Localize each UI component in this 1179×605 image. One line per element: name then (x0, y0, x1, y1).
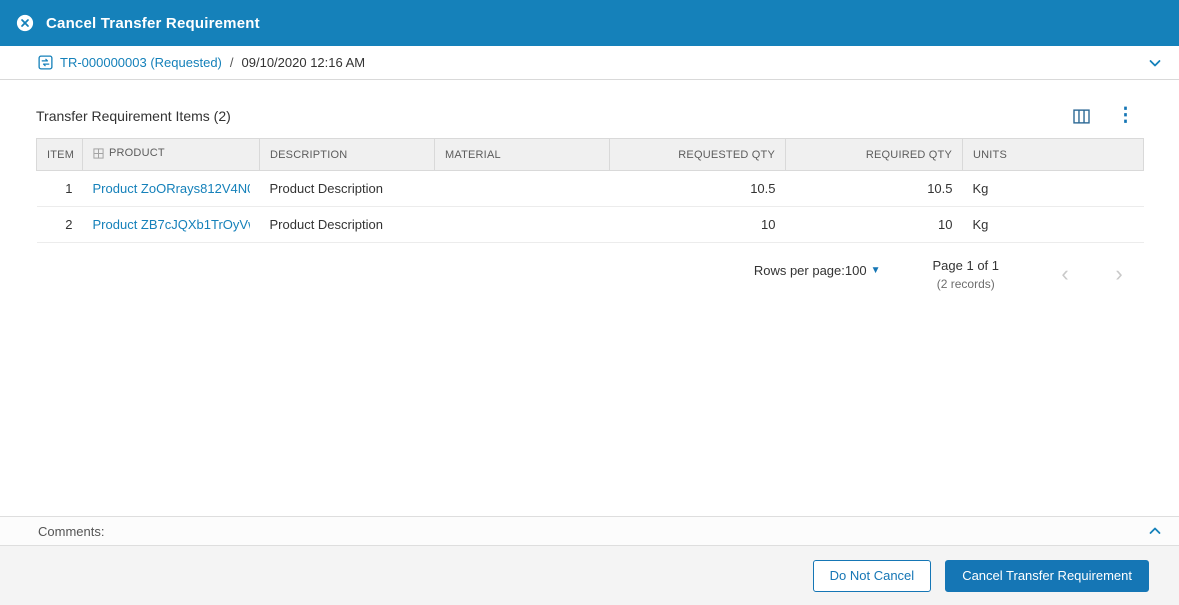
table-row: 2 Product ZB7cJQXb1TrOyVw2 Product Descrip… (36, 206, 1144, 243)
title-bar: Cancel Transfer Requirement (0, 0, 1179, 46)
drag-grid-icon (93, 148, 104, 159)
column-header-required-qty[interactable]: REQUIRED QTY (785, 138, 963, 171)
required-qty-cell: 10 (785, 206, 963, 243)
cancel-transfer-requirement-dialog: Cancel Transfer Requirement TR-000000003… (0, 0, 1179, 605)
column-header-product[interactable]: PRODUCT (82, 138, 260, 171)
requested-qty-cell: 10.5 (609, 170, 786, 207)
column-chooser-icon[interactable] (1073, 108, 1090, 124)
items-table: ITEM PRODUCT DESCRIPTION MATERIAL REQUES… (36, 138, 1144, 243)
main-content: Transfer Requirement Items (2) ⋮ ITEM PR… (0, 80, 1179, 516)
units-cell: Kg (962, 170, 1144, 207)
previous-page-button[interactable]: ‹ (1047, 261, 1083, 287)
description-cell: Product Description (259, 170, 435, 207)
record-timestamp: 09/10/2020 12:16 AM (241, 55, 366, 70)
kebab-menu-icon[interactable]: ⋮ (1116, 106, 1135, 125)
product-cell: Product ZB7cJQXb1TrOyVw2 (82, 206, 260, 243)
pagination-bar: Rows per page: 100 ▼ Page 1 of 1 (2 recor… (36, 257, 1143, 293)
column-header-item[interactable]: ITEM (36, 138, 83, 171)
column-header-units[interactable]: UNITS (962, 138, 1144, 171)
rows-per-page-value: 100 (844, 263, 867, 278)
product-link[interactable]: Product ZoORrays812V4N0E (93, 181, 250, 196)
do-not-cancel-button[interactable]: Do Not Cancel (812, 559, 932, 592)
items-table-body: 1 Product ZoORrays812V4N0E Product Descrip… (36, 170, 1144, 243)
item-cell: 1 (36, 170, 83, 207)
column-header-requested-qty[interactable]: REQUESTED QTY (609, 138, 786, 171)
material-cell (434, 170, 610, 207)
table-row: 1 Product ZoORrays812V4N0E Product Descrip… (36, 170, 1144, 207)
product-link[interactable]: Product ZB7cJQXb1TrOyVw2 (93, 217, 250, 232)
close-icon[interactable] (16, 14, 34, 32)
cancel-transfer-requirement-button[interactable]: Cancel Transfer Requirement (945, 559, 1149, 592)
page-title: Cancel Transfer Requirement (46, 14, 260, 32)
item-cell: 2 (36, 206, 83, 243)
action-footer: Do Not Cancel Cancel Transfer Requiremen… (0, 546, 1179, 605)
chevron-down-icon[interactable] (1147, 55, 1163, 71)
column-header-description[interactable]: DESCRIPTION (259, 138, 435, 171)
items-section-title: Transfer Requirement Items (2) (36, 108, 231, 124)
items-table-header: ITEM PRODUCT DESCRIPTION MATERIAL REQUES… (36, 138, 1144, 171)
rows-per-page-caret-icon: ▼ (870, 265, 881, 276)
subheader-separator: / (229, 55, 234, 70)
description-cell: Product Description (259, 206, 435, 243)
next-page-button[interactable]: › (1101, 261, 1137, 287)
transfer-requirement-link[interactable]: TR-000000003 (Requested) (60, 55, 222, 70)
material-cell (434, 206, 610, 243)
requested-qty-cell: 10 (609, 206, 786, 243)
page-count-text: Page 1 of 1 (932, 258, 1000, 273)
table-tools: ⋮ (1073, 106, 1143, 125)
product-cell: Product ZoORrays812V4N0E (82, 170, 260, 207)
pager-buttons: ‹ › (1047, 261, 1137, 287)
transfer-requirement-icon (38, 55, 53, 70)
page-info: Page 1 of 1 (2 records) (933, 257, 1000, 293)
rows-per-page-select[interactable]: Rows per page: 100 ▼ (754, 263, 881, 278)
record-subheader: TR-000000003 (Requested) / 09/10/2020 12… (0, 46, 1179, 80)
rows-per-page-label: Rows per page: (753, 263, 845, 278)
comments-section-bar: Comments: (0, 516, 1179, 546)
records-count-text: (2 records) (936, 277, 995, 291)
required-qty-cell: 10.5 (785, 170, 963, 207)
column-header-material[interactable]: MATERIAL (434, 138, 610, 171)
units-cell: Kg (962, 206, 1144, 243)
comments-label: Comments: (38, 523, 105, 539)
chevron-up-icon[interactable] (1147, 523, 1163, 539)
items-section-header: Transfer Requirement Items (2) ⋮ (36, 80, 1143, 125)
